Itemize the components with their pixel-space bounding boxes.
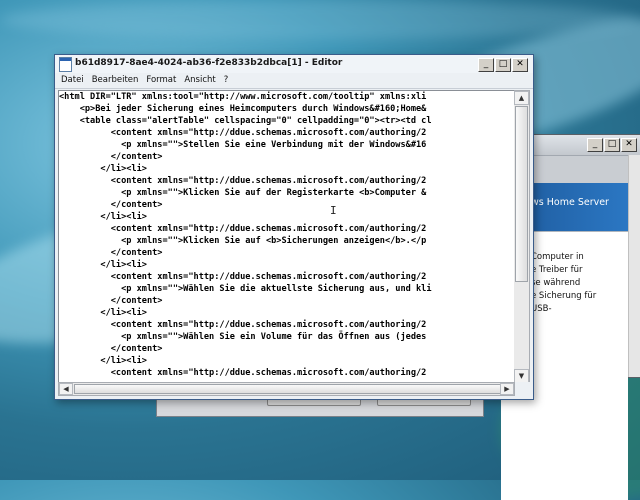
notepad-icon	[59, 57, 72, 72]
maximize-button[interactable]: □	[495, 58, 511, 72]
text-line: <content xmlns="http://ddue.schemas.micr…	[59, 272, 427, 282]
scroll-down-arrow-icon[interactable]: ▼	[514, 369, 529, 383]
horizontal-scrollbar[interactable]: ◀ ▶	[58, 382, 515, 396]
text-line: <content xmlns="http://ddue.schemas.micr…	[59, 320, 427, 330]
text-line: </content>	[59, 296, 163, 306]
scroll-left-arrow-icon[interactable]: ◀	[59, 383, 73, 395]
menu-bar: Datei Bearbeiten Format Ansicht ?	[55, 73, 533, 89]
menu-ansicht[interactable]: Ansicht	[184, 73, 215, 88]
text-line: <p xmlns="">Klicken Sie auf der Register…	[59, 188, 427, 198]
home-server-window-buttons: _ □ ✕	[587, 138, 637, 152]
minimize-button[interactable]: _	[478, 58, 494, 72]
editor-titlebar[interactable]: b61d8917-8ae4-4024-ab36-f2e833b2dbca[1] …	[55, 55, 533, 74]
text-line: <content xmlns="http://ddue.schemas.micr…	[59, 368, 427, 378]
home-server-text-line: se während	[531, 278, 581, 288]
text-line: <p xmlns="">Wählen Sie ein Volume für da…	[59, 332, 427, 342]
menu-datei[interactable]: Datei	[61, 73, 84, 88]
text-line: </li><li>	[59, 260, 147, 270]
menu-bearbeiten[interactable]: Bearbeiten	[92, 73, 139, 88]
maximize-button[interactable]: □	[604, 138, 620, 152]
text-line: <content xmlns="http://ddue.schemas.micr…	[59, 128, 427, 138]
text-cursor-icon: I	[330, 204, 337, 217]
text-line: <p xmlns="">Klicken Sie auf <b>Sicherung…	[59, 236, 427, 246]
menu-format[interactable]: Format	[146, 73, 176, 88]
scroll-right-arrow-icon[interactable]: ▶	[500, 383, 514, 395]
text-line: <table class="alertTable" cellspacing="0…	[59, 116, 432, 126]
home-server-text-line: Computer in	[531, 252, 584, 262]
close-button[interactable]: ✕	[512, 58, 528, 72]
close-button[interactable]: ✕	[621, 138, 637, 152]
text-line: <html DIR="LTR" xmlns:tool="http://www.m…	[59, 92, 427, 102]
editor-window[interactable]: b61d8917-8ae4-4024-ab36-f2e833b2dbca[1] …	[54, 54, 534, 400]
home-server-text-line: USB-	[531, 304, 552, 314]
text-line: </li><li>	[59, 308, 147, 318]
minimize-button[interactable]: _	[587, 138, 603, 152]
editor-text-area[interactable]: <html DIR="LTR" xmlns:tool="http://www.m…	[58, 90, 517, 384]
text-line: </content>	[59, 248, 163, 258]
text-line: <p>Bei jeder Sicherung eines Heimcompute…	[59, 104, 427, 114]
text-line: </li><li>	[59, 356, 147, 366]
home-server-text-line: e Sicherung für	[531, 291, 597, 301]
editor-window-buttons: _ □ ✕	[478, 58, 528, 72]
text-line: </content>	[59, 200, 163, 210]
vertical-scroll-thumb[interactable]	[515, 106, 528, 282]
text-line: <p xmlns="">Wählen Sie die aktuellste Si…	[59, 284, 432, 294]
vertical-scrollbar[interactable]: ▲ ▼	[514, 90, 530, 384]
wallpaper-glow	[0, 0, 640, 40]
scroll-up-arrow-icon[interactable]: ▲	[514, 91, 529, 105]
home-server-scrollbar[interactable]	[628, 155, 640, 377]
text-line: </content>	[59, 152, 163, 162]
text-line: </content>	[59, 344, 163, 354]
text-line: </li><li>	[59, 164, 147, 174]
horizontal-scroll-thumb[interactable]	[74, 384, 508, 394]
resize-grip[interactable]	[515, 382, 530, 396]
text-line: <content xmlns="http://ddue.schemas.micr…	[59, 176, 427, 186]
text-line: <content xmlns="http://ddue.schemas.micr…	[59, 224, 427, 234]
text-line: </li><li>	[59, 212, 147, 222]
menu-help[interactable]: ?	[224, 73, 229, 88]
home-server-text-line: e Treiber für	[531, 265, 583, 275]
home-server-banner-text: ws Home Server	[531, 197, 609, 208]
editor-title: b61d8917-8ae4-4024-ab36-f2e833b2dbca[1] …	[75, 58, 343, 68]
text-line: <p xmlns="">Stellen Sie eine Verbindung …	[59, 140, 427, 150]
